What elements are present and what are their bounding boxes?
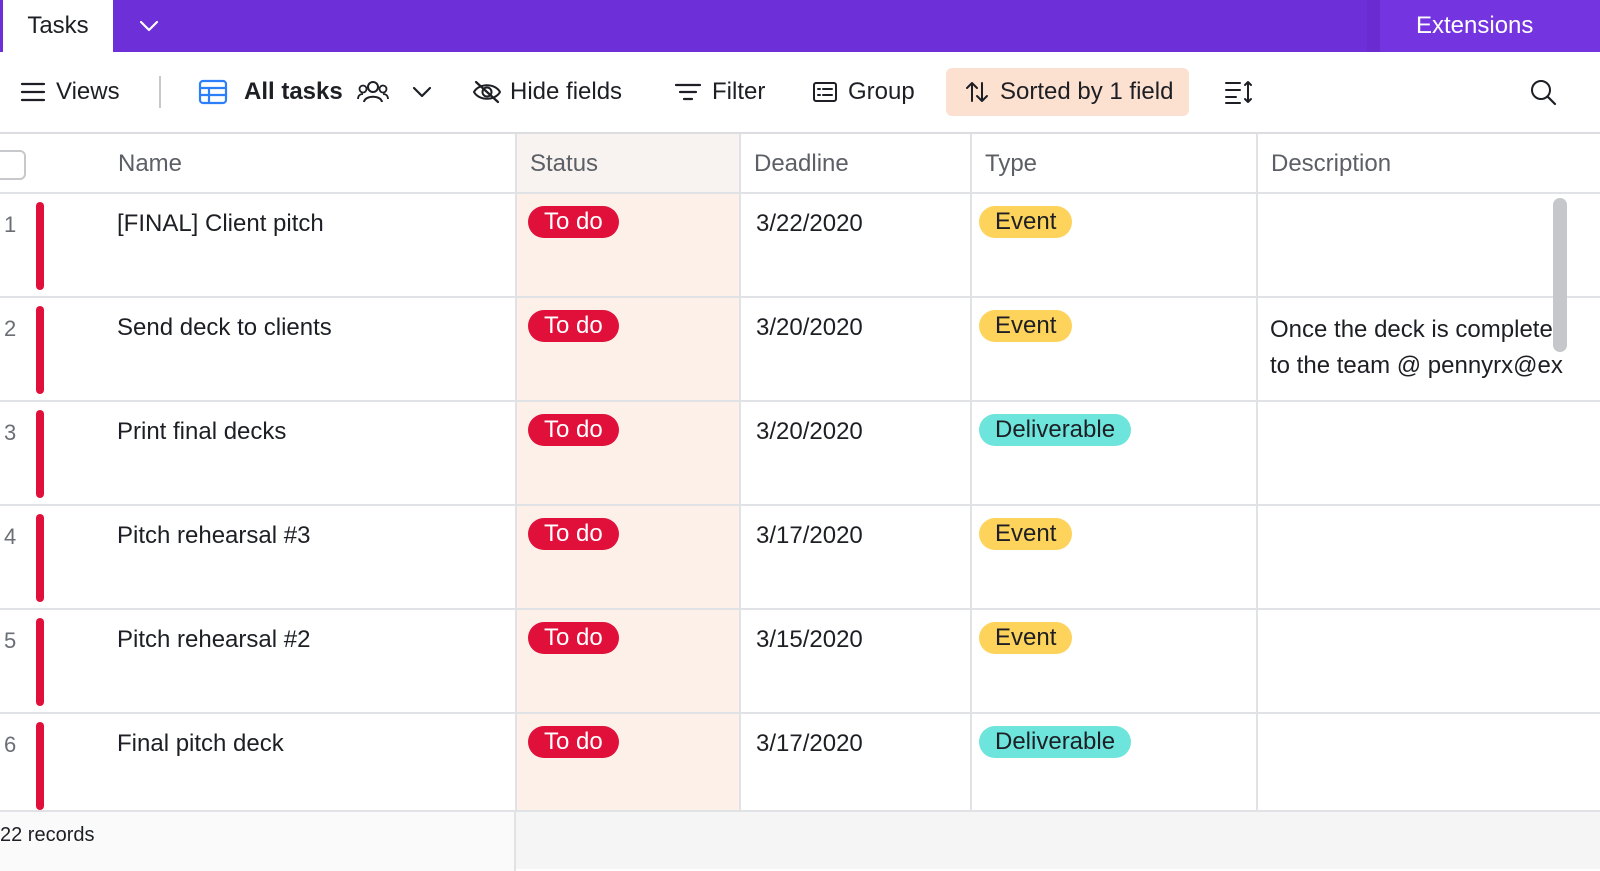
grid-footer: 22 records <box>0 810 1600 871</box>
cell-deadline[interactable]: 3/20/2020 <box>756 314 863 342</box>
type-badge[interactable]: Event <box>979 310 1073 342</box>
cell-name[interactable]: Send deck to clients <box>117 314 332 342</box>
column-header-name[interactable]: Name <box>118 134 182 193</box>
column-header-deadline[interactable]: Deadline <box>754 134 849 193</box>
records-grid: Name Status Deadline Type Description 1 … <box>0 134 1600 810</box>
column-header-status-label: Status <box>530 149 599 177</box>
cell-deadline[interactable]: 3/15/2020 <box>756 626 863 654</box>
column-header-description-label: Description <box>1271 149 1392 177</box>
cell-deadline[interactable]: 3/20/2020 <box>756 418 863 446</box>
vertical-scrollbar[interactable] <box>1553 198 1567 352</box>
sort-arrows-icon <box>966 82 988 102</box>
type-badge[interactable]: Event <box>979 518 1073 550</box>
status-badge[interactable]: To do <box>528 518 619 550</box>
record-count: 22 records <box>0 824 95 846</box>
filter-icon <box>674 83 702 101</box>
status-badge[interactable]: To do <box>528 414 619 446</box>
hide-fields-label: Hide fields <box>510 78 623 105</box>
row-height-button[interactable] <box>1224 68 1254 116</box>
extensions-button[interactable]: Extensions <box>1380 0 1600 52</box>
group-icon <box>813 82 837 102</box>
cell-name[interactable]: Pitch rehearsal #3 <box>117 522 310 550</box>
column-header-type-label: Type <box>985 149 1038 177</box>
eye-hidden-icon <box>472 80 502 104</box>
footer-summary: 22 records <box>0 812 516 871</box>
row-number: 2 <box>4 316 17 341</box>
select-all-checkbox[interactable] <box>0 150 26 180</box>
type-badge[interactable]: Event <box>979 206 1073 238</box>
collaborators-icon <box>356 81 389 103</box>
views-button[interactable]: Views <box>20 68 120 116</box>
filter-label: Filter <box>712 78 766 105</box>
chevron-down-icon <box>412 86 431 98</box>
group-label: Group <box>848 78 915 105</box>
hide-fields-button[interactable]: Hide fields <box>472 68 622 116</box>
type-badge[interactable]: Deliverable <box>979 414 1132 446</box>
cell-name[interactable]: Final pitch deck <box>117 730 284 758</box>
search-button[interactable] <box>1528 68 1558 116</box>
table-row[interactable]: 1 [FINAL] Client pitch To do 3/22/2020 E… <box>0 194 1600 298</box>
row-color-bar <box>36 722 44 810</box>
table-row[interactable]: 2 Send deck to clients To do 3/20/2020 E… <box>0 298 1600 402</box>
status-badge[interactable]: To do <box>528 206 619 238</box>
search-icon <box>1531 80 1557 106</box>
cell-name[interactable]: Print final decks <box>117 418 286 446</box>
view-toolbar: Views All tasks Hide fields Filter Group… <box>0 52 1600 134</box>
cell-deadline[interactable]: 3/17/2020 <box>756 730 863 758</box>
row-color-bar <box>36 410 44 498</box>
type-badge[interactable]: Deliverable <box>979 726 1132 758</box>
extensions-divider <box>1367 0 1380 52</box>
table-row[interactable]: 6 Final pitch deck To do 3/17/2020 Deliv… <box>0 714 1600 818</box>
type-badge[interactable]: Event <box>979 622 1073 654</box>
column-header-name-label: Name <box>118 149 183 177</box>
tab-tasks[interactable]: Tasks <box>3 0 113 52</box>
group-button[interactable]: Group <box>812 68 915 116</box>
top-bar: Tasks Extensions <box>0 0 1600 52</box>
row-number: 4 <box>4 524 17 549</box>
status-badge[interactable]: To do <box>528 622 619 654</box>
cell-description[interactable]: Once the deck is complete to the team @ … <box>1270 312 1600 384</box>
grid-view-icon <box>198 79 228 105</box>
description-line: to the team @ pennyrx@ex <box>1270 352 1563 379</box>
hamburger-menu-icon <box>20 82 46 102</box>
status-badge[interactable]: To do <box>528 726 619 758</box>
status-badge[interactable]: To do <box>528 310 619 342</box>
view-switcher[interactable]: All tasks <box>198 68 433 116</box>
row-color-bar <box>36 514 44 602</box>
row-height-icon <box>1225 81 1252 104</box>
sorted-label: Sorted by 1 field <box>1000 78 1174 105</box>
chevron-down-icon <box>139 20 159 32</box>
cell-name[interactable]: [FINAL] Client pitch <box>117 210 324 238</box>
filter-button[interactable]: Filter <box>674 68 765 116</box>
cell-deadline[interactable]: 3/17/2020 <box>756 522 863 550</box>
table-row[interactable]: 3 Print final decks To do 3/20/2020 Deli… <box>0 402 1600 506</box>
column-header-type[interactable]: Type <box>985 134 1037 193</box>
row-color-bar <box>36 618 44 706</box>
column-header-description[interactable]: Description <box>1271 134 1391 193</box>
row-color-bar <box>36 306 44 394</box>
row-number: 5 <box>4 628 17 653</box>
table-row[interactable]: 5 Pitch rehearsal #2 To do 3/15/2020 Eve… <box>0 610 1600 714</box>
toolbar-separator <box>159 76 161 108</box>
description-line: Once the deck is complete <box>1270 316 1553 343</box>
cell-name[interactable]: Pitch rehearsal #2 <box>117 626 310 654</box>
sort-button[interactable]: Sorted by 1 field <box>946 68 1190 116</box>
view-name: All tasks <box>244 78 343 105</box>
row-number: 1 <box>4 212 17 237</box>
cell-deadline[interactable]: 3/22/2020 <box>756 210 863 238</box>
row-number: 6 <box>4 732 17 757</box>
row-color-bar <box>36 202 44 290</box>
row-number: 3 <box>4 420 17 445</box>
extensions-label: Extensions <box>1416 12 1534 39</box>
column-header-deadline-label: Deadline <box>754 149 849 177</box>
table-row[interactable]: 4 Pitch rehearsal #3 To do 3/17/2020 Eve… <box>0 506 1600 610</box>
tab-dropdown-button[interactable] <box>126 8 172 44</box>
views-label: Views <box>56 78 120 105</box>
tab-tasks-label: Tasks <box>27 12 89 39</box>
column-header-status[interactable]: Status <box>530 134 598 193</box>
